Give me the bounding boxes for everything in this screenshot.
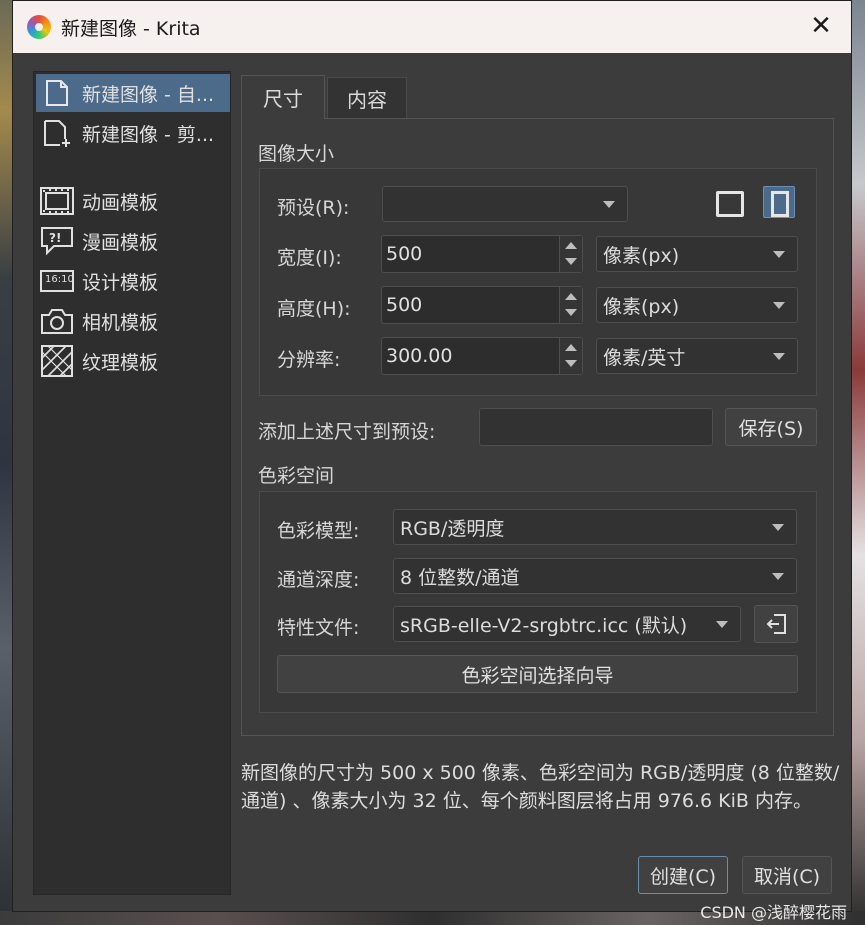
width-value: 500 bbox=[386, 243, 423, 265]
color-space-heading: 色彩空间 bbox=[258, 465, 335, 487]
aspect-ratio-icon: 16:10 bbox=[40, 266, 74, 296]
resolution-value: 300.00 bbox=[386, 345, 453, 367]
dimensions-panel: 图像大小 预设(R): 宽度(I): 500 像素(px) 高度(H): 500… bbox=[241, 118, 834, 736]
image-summary-text: 新图像的尺寸为 500 x 500 像素、色彩空间为 RGB/透明度 (8 位整… bbox=[241, 762, 840, 812]
sidebar-item-design[interactable]: 16:10 设计模板 bbox=[36, 262, 230, 300]
height-stepper[interactable] bbox=[559, 287, 582, 323]
tab-content[interactable]: 内容 bbox=[327, 77, 407, 119]
sidebar-item-label: 相机模板 bbox=[82, 311, 159, 334]
portrait-orientation-icon bbox=[771, 191, 789, 217]
sidebar-item-label: 新建图像 - 自... bbox=[82, 83, 215, 106]
color-model-combo[interactable]: RGB/透明度 bbox=[393, 509, 797, 545]
resolution-spinbox[interactable]: 300.00 bbox=[381, 337, 583, 375]
color-model-value: RGB/透明度 bbox=[400, 517, 505, 540]
channel-depth-value: 8 位整数/通道 bbox=[400, 566, 520, 589]
color-space-group: 色彩模型: RGB/透明度 通道深度: 8 位整数/通道 特性文件: sRGB-… bbox=[259, 491, 817, 713]
tab-dimensions[interactable]: 尺寸 bbox=[241, 75, 325, 119]
sidebar-item-animation[interactable]: 动画模板 bbox=[36, 182, 230, 220]
sidebar-item-comic[interactable]: ?! 漫画模板 bbox=[36, 222, 230, 260]
speech-bubble-icon: ?! bbox=[40, 226, 74, 256]
arrow-down-icon bbox=[565, 360, 577, 367]
chevron-down-icon bbox=[603, 201, 615, 208]
arrow-up-icon bbox=[565, 344, 577, 351]
sidebar-item-label: 纹理模板 bbox=[82, 351, 159, 374]
color-model-label: 色彩模型: bbox=[277, 520, 360, 542]
landscape-orientation-icon[interactable] bbox=[716, 191, 744, 217]
template-sidebar: 新建图像 - 自... 新建图像 - 剪... 动画模板 ?! 漫画模板 16:… bbox=[33, 71, 231, 895]
image-size-heading: 图像大小 bbox=[258, 143, 335, 165]
save-preset-button[interactable]: 保存(S) bbox=[725, 408, 817, 446]
sidebar-item-label: 设计模板 bbox=[82, 271, 159, 294]
height-value: 500 bbox=[386, 294, 423, 316]
resolution-unit-combo[interactable]: 像素/英寸 bbox=[596, 338, 798, 374]
resolution-stepper[interactable] bbox=[559, 338, 582, 374]
portrait-orientation-button[interactable] bbox=[763, 186, 795, 218]
blank-page-icon bbox=[40, 78, 74, 108]
chevron-down-icon bbox=[773, 302, 785, 309]
krita-logo-icon bbox=[27, 15, 51, 39]
width-spinbox[interactable]: 500 bbox=[381, 235, 583, 273]
import-icon bbox=[766, 614, 786, 634]
channel-depth-combo[interactable]: 8 位整数/通道 bbox=[393, 558, 797, 594]
background-right bbox=[851, 0, 865, 925]
film-icon bbox=[40, 186, 74, 216]
chevron-down-icon bbox=[772, 524, 784, 531]
chevron-down-icon bbox=[773, 353, 785, 360]
aspect-ratio-text: 16:10 bbox=[45, 274, 74, 285]
sidebar-item-new-clipboard[interactable]: 新建图像 - 剪... bbox=[36, 114, 230, 152]
height-unit-combo[interactable]: 像素(px) bbox=[596, 287, 798, 323]
image-size-group: 预设(R): 宽度(I): 500 像素(px) 高度(H): 500 像素(p… bbox=[259, 168, 817, 396]
sidebar-item-label: 漫画模板 bbox=[82, 231, 159, 254]
width-label: 宽度(I): bbox=[277, 247, 342, 269]
arrow-down-icon bbox=[565, 258, 577, 265]
arrow-up-icon bbox=[565, 242, 577, 249]
chevron-down-icon bbox=[772, 573, 784, 580]
arrow-up-icon bbox=[565, 293, 577, 300]
sidebar-item-texture[interactable]: 纹理模板 bbox=[36, 342, 230, 380]
width-stepper[interactable] bbox=[559, 236, 582, 272]
watermark: CSDN @浅醉樱花雨 bbox=[700, 903, 847, 922]
height-spinbox[interactable]: 500 bbox=[381, 286, 583, 324]
texture-icon bbox=[40, 345, 74, 377]
width-unit-value: 像素(px) bbox=[603, 244, 680, 267]
sidebar-item-label: 新建图像 - 剪... bbox=[82, 123, 215, 146]
sidebar-item-label: 动画模板 bbox=[82, 191, 159, 214]
height-unit-value: 像素(px) bbox=[603, 295, 680, 318]
profile-label: 特性文件: bbox=[277, 617, 360, 639]
sidebar-item-new-custom[interactable]: 新建图像 - 自... bbox=[36, 74, 230, 112]
clipboard-page-icon bbox=[40, 118, 74, 148]
resolution-unit-value: 像素/英寸 bbox=[603, 346, 686, 369]
cancel-button[interactable]: 取消(C) bbox=[742, 856, 832, 894]
channel-depth-label: 通道深度: bbox=[277, 569, 360, 591]
width-unit-combo[interactable]: 像素(px) bbox=[596, 236, 798, 272]
height-label: 高度(H): bbox=[277, 298, 351, 320]
chevron-down-icon bbox=[716, 621, 728, 628]
color-space-wizard-button[interactable]: 色彩空间选择向导 bbox=[277, 655, 798, 693]
window-title: 新建图像 - Krita bbox=[61, 18, 201, 40]
arrow-down-icon bbox=[565, 309, 577, 316]
svg-text:?!: ?! bbox=[49, 231, 61, 245]
camera-icon bbox=[40, 306, 74, 336]
chevron-down-icon bbox=[773, 251, 785, 258]
profile-combo[interactable]: sRGB-elle-V2-srgbtrc.icc (默认) bbox=[393, 606, 741, 642]
resolution-label: 分辨率: bbox=[277, 349, 341, 371]
title-bar[interactable]: 新建图像 - Krita ✕ bbox=[13, 1, 851, 53]
sidebar-item-camera[interactable]: 相机模板 bbox=[36, 302, 230, 340]
create-button[interactable]: 创建(C) bbox=[638, 856, 728, 894]
close-button[interactable]: ✕ bbox=[805, 11, 837, 43]
profile-value: sRGB-elle-V2-srgbtrc.icc (默认) bbox=[400, 614, 688, 637]
preset-label: 预设(R): bbox=[277, 197, 350, 219]
new-image-dialog: 新建图像 - Krita ✕ 新建图像 - 自... 新建图像 - 剪... 动… bbox=[12, 0, 852, 912]
save-preset-label: 添加上述尺寸到预设: bbox=[258, 421, 436, 443]
preset-name-input[interactable] bbox=[479, 408, 713, 446]
preset-combo[interactable] bbox=[382, 186, 628, 222]
import-profile-button[interactable] bbox=[754, 605, 798, 643]
